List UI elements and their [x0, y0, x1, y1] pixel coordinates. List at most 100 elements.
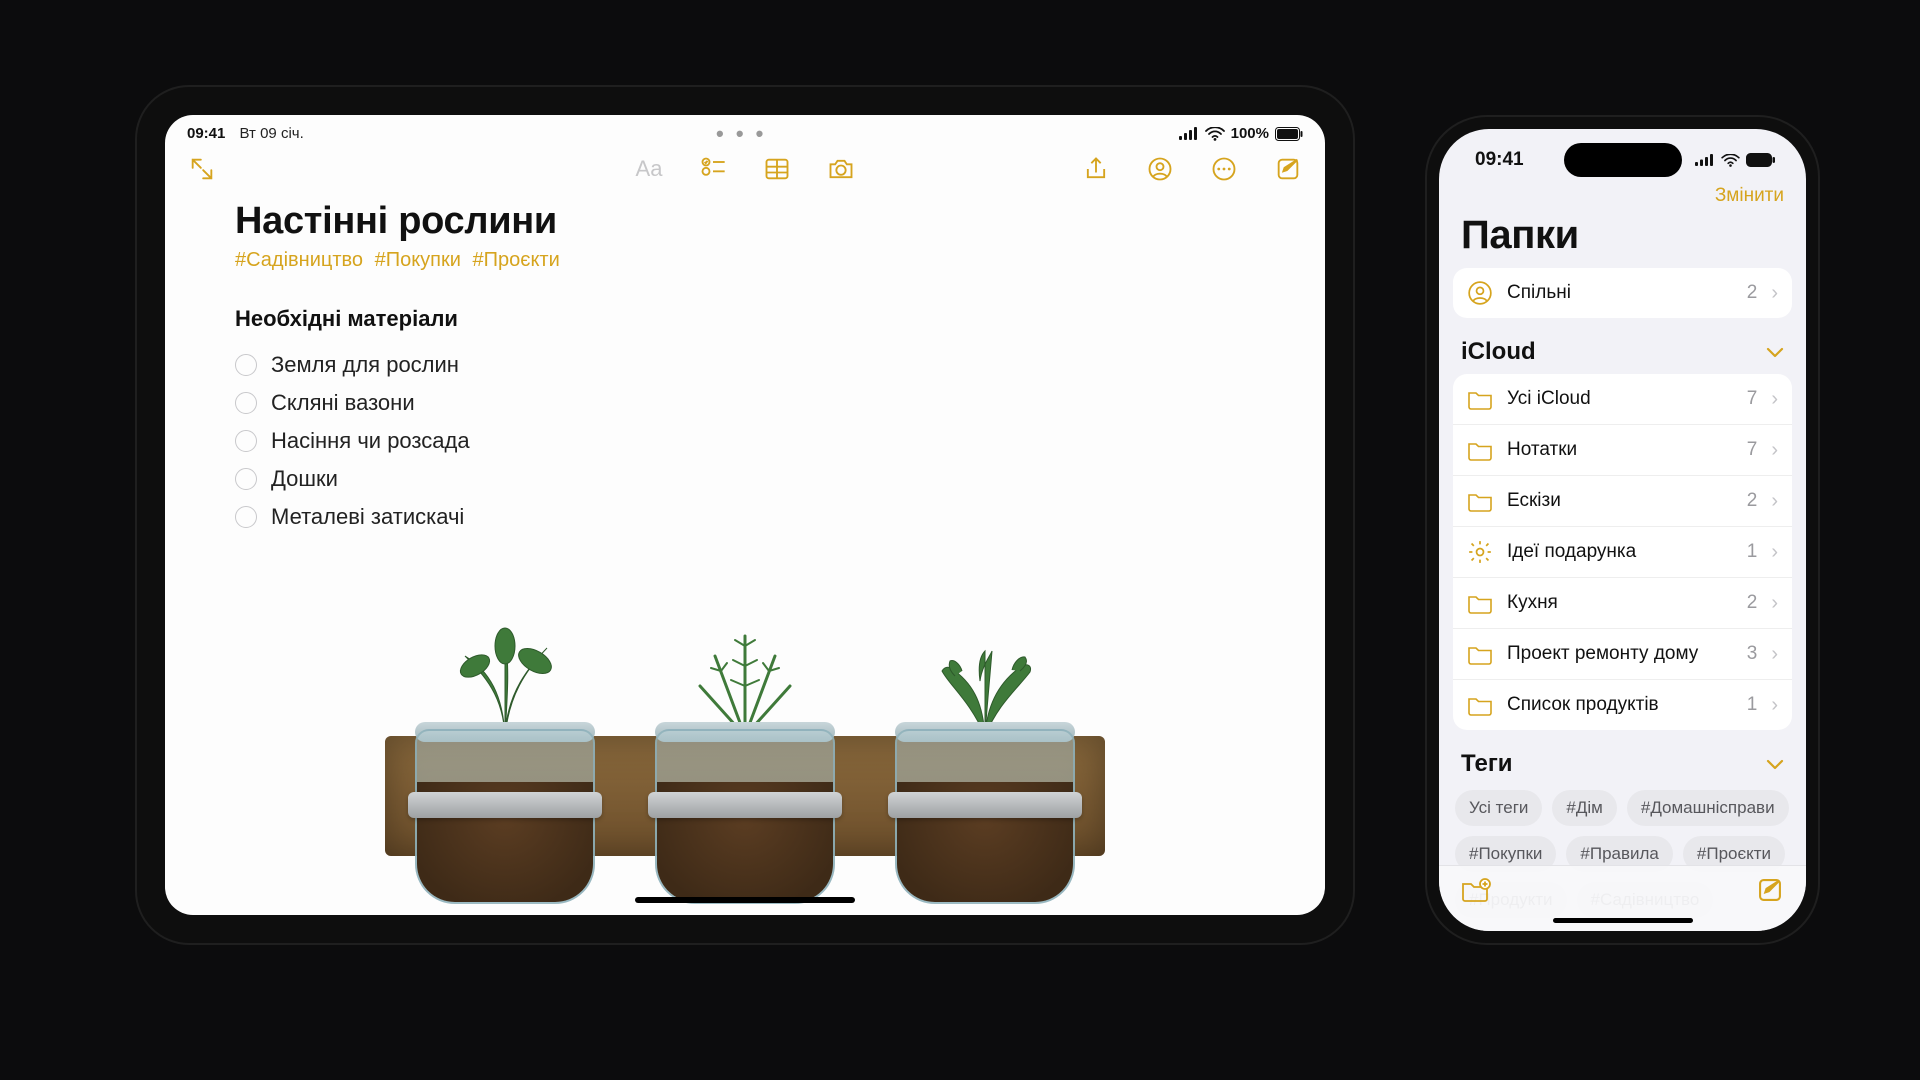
- note-illustration: [385, 566, 1105, 915]
- checklist-item-label: Дошки: [271, 466, 338, 492]
- checklist-item[interactable]: Дошки: [235, 460, 1255, 498]
- folder-icon: [1467, 692, 1493, 718]
- chevron-right-icon: ›: [1771, 592, 1778, 615]
- checkbox-icon[interactable]: [235, 430, 257, 452]
- folder-row[interactable]: Кухня 2 ›: [1453, 577, 1792, 628]
- folder-label: Ідеї подарунка: [1507, 541, 1733, 563]
- ipad-status-bar: 09:41 Вт 09 січ. • • • 100%: [165, 115, 1325, 142]
- ipad-screen: 09:41 Вт 09 січ. • • • 100%: [165, 115, 1325, 915]
- icloud-section-header[interactable]: iCloud: [1439, 318, 1806, 374]
- note-tag[interactable]: #Садівництво: [235, 249, 363, 271]
- folder-row[interactable]: Ескізи2›: [1453, 475, 1792, 526]
- chevron-right-icon: ›: [1771, 282, 1778, 305]
- share-button[interactable]: [1081, 154, 1111, 184]
- status-date: Вт 09 січ.: [240, 125, 304, 142]
- dynamic-island: [1564, 143, 1682, 177]
- checklist-item[interactable]: Скляні вазони: [235, 384, 1255, 422]
- folder-label: Усі iCloud: [1507, 388, 1733, 410]
- section-title: Теги: [1461, 750, 1513, 778]
- checklist-item-label: Скляні вазони: [271, 390, 415, 416]
- folder-row[interactable]: Проект ремонту дому 3 ›: [1453, 628, 1792, 679]
- shared-folder-row[interactable]: Спільні 2 ›: [1453, 268, 1792, 318]
- folder-row[interactable]: Список продуктів 1 ›: [1453, 679, 1792, 730]
- cellular-signal-icon: [1179, 127, 1199, 141]
- note-tag[interactable]: #Покупки: [375, 249, 461, 271]
- home-indicator[interactable]: [1553, 918, 1693, 923]
- folder-icon: [1467, 641, 1493, 667]
- chevron-right-icon: ›: [1771, 439, 1778, 462]
- checklist-button[interactable]: [698, 154, 728, 184]
- folder-count: 7: [1747, 439, 1758, 461]
- folder-row[interactable]: Нотатки 7 ›: [1453, 424, 1792, 475]
- camera-button[interactable]: [826, 154, 856, 184]
- note-tags-line[interactable]: #Садівництво #Покупки #Проєкти: [235, 249, 1255, 272]
- folder-count: 2: [1747, 592, 1758, 614]
- home-indicator[interactable]: [635, 897, 855, 903]
- checkbox-icon[interactable]: [235, 506, 257, 528]
- note-tag[interactable]: #Проєкти: [473, 249, 560, 271]
- ipad-device: 09:41 Вт 09 січ. • • • 100%: [135, 85, 1355, 945]
- note-title[interactable]: Настінні рослини: [235, 200, 1255, 243]
- folder-count: 2: [1747, 490, 1758, 512]
- chevron-right-icon: ›: [1771, 541, 1778, 564]
- wifi-icon: [1205, 127, 1225, 141]
- wifi-icon: [1721, 154, 1740, 167]
- new-folder-button[interactable]: [1461, 877, 1491, 908]
- checklist-item-label: Насіння чи розсада: [271, 428, 470, 454]
- tag-pill[interactable]: #Домашнісправи: [1627, 790, 1789, 826]
- folder-row[interactable]: Усі iCloud 7 ›: [1453, 374, 1792, 424]
- shared-person-icon: [1467, 280, 1493, 306]
- checklist-item[interactable]: Насіння чи розсада: [235, 422, 1255, 460]
- folder-label: Список продуктів: [1507, 694, 1733, 716]
- battery-percent: 100%: [1231, 125, 1269, 142]
- checkbox-icon[interactable]: [235, 392, 257, 414]
- checklist: Земля для рослин Скляні вазони Насіння ч…: [235, 346, 1255, 536]
- battery-icon: [1275, 127, 1303, 141]
- folder-count: 7: [1747, 388, 1758, 410]
- checkbox-icon[interactable]: [235, 354, 257, 376]
- ipad-toolbar: Aa: [165, 142, 1325, 190]
- chevron-right-icon: ›: [1771, 643, 1778, 666]
- note-content[interactable]: Настінні рослини #Садівництво #Покупки #…: [165, 190, 1325, 915]
- chevron-down-icon[interactable]: [1766, 750, 1784, 778]
- chevron-down-icon[interactable]: [1766, 338, 1784, 366]
- section-title: iCloud: [1461, 338, 1536, 366]
- tag-pill[interactable]: #Дім: [1552, 790, 1616, 826]
- gear-icon: [1467, 539, 1493, 565]
- table-button[interactable]: [762, 154, 792, 184]
- checklist-item[interactable]: Металеві затискачі: [235, 498, 1255, 536]
- folder-icon: [1467, 437, 1493, 463]
- chevron-right-icon: ›: [1771, 388, 1778, 411]
- collaborate-button[interactable]: [1145, 154, 1175, 184]
- text-format-button[interactable]: Aa: [634, 154, 664, 184]
- folder-count: 3: [1747, 643, 1758, 665]
- compose-button[interactable]: [1273, 154, 1303, 184]
- cellular-signal-icon: [1695, 154, 1715, 167]
- tags-section-header[interactable]: Теги: [1439, 730, 1806, 786]
- note-section-heading[interactable]: Необхідні матеріали: [235, 306, 1255, 332]
- folder-count: 2: [1747, 282, 1758, 304]
- tag-pill[interactable]: Усі теги: [1455, 790, 1542, 826]
- multitask-dots-icon[interactable]: • • •: [716, 130, 766, 138]
- folder-icon: [1467, 590, 1493, 616]
- compose-button[interactable]: [1756, 876, 1784, 909]
- folder-icon: [1467, 386, 1493, 412]
- checkbox-icon[interactable]: [235, 468, 257, 490]
- chevron-right-icon: ›: [1771, 694, 1778, 717]
- folder-row[interactable]: Ідеї подарунка 1 ›: [1453, 526, 1792, 577]
- status-time: 09:41: [1475, 149, 1524, 171]
- checklist-item[interactable]: Земля для рослин: [235, 346, 1255, 384]
- folder-count: 1: [1747, 541, 1758, 563]
- folder-label: Кухня: [1507, 592, 1733, 614]
- checklist-item-label: Земля для рослин: [271, 352, 459, 378]
- collapse-sidebar-icon[interactable]: [187, 154, 217, 184]
- folder-label: Нотатки: [1507, 439, 1733, 461]
- folder-label: Проект ремонту дому: [1507, 643, 1733, 665]
- chevron-right-icon: ›: [1771, 490, 1778, 513]
- iphone-screen: 09:41 Змінити Папки Спі: [1439, 129, 1806, 931]
- page-title: Папки: [1439, 207, 1806, 268]
- edit-button[interactable]: Змінити: [1715, 185, 1784, 207]
- folder-count: 1: [1747, 694, 1758, 716]
- more-button[interactable]: [1209, 154, 1239, 184]
- checklist-item-label: Металеві затискачі: [271, 504, 464, 530]
